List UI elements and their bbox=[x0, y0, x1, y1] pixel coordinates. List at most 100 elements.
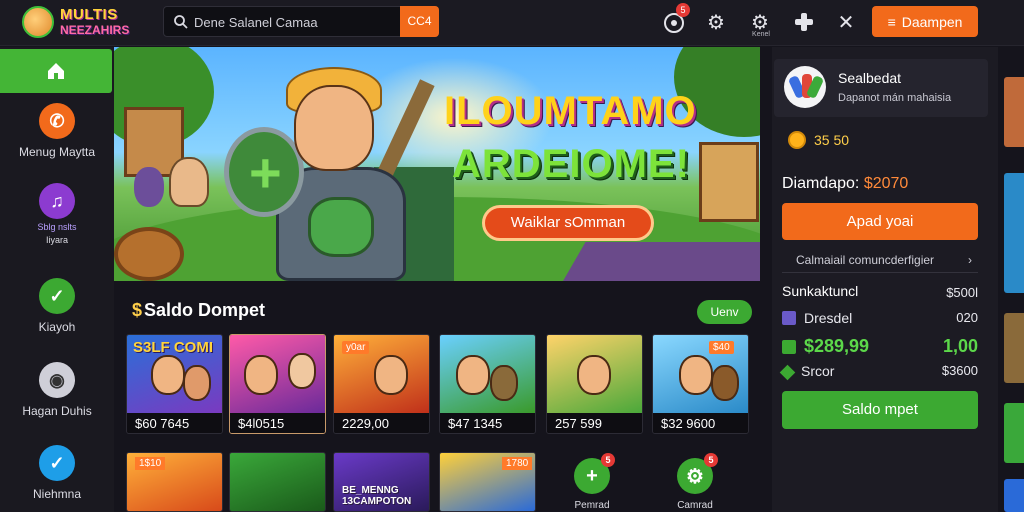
sidebar-item-niehmna[interactable]: ✓ Niehmna bbox=[0, 445, 114, 501]
top-bar: MULTIS NEEZAHIRS CC4 5 ⚙ ⚙ Kenel bbox=[0, 0, 1024, 46]
notifications-button[interactable]: 5 bbox=[661, 3, 690, 35]
user-subtitle: Dapanot mán mahaisia bbox=[838, 92, 952, 104]
section-title: $ Saldo Dompet bbox=[132, 300, 265, 321]
face bbox=[294, 85, 374, 171]
pemrad-button[interactable]: +5 Pemrad bbox=[557, 453, 627, 511]
wallet-panel: Sealbedat Dapanot mán mahaisia 35 50 Dia… bbox=[772, 47, 998, 512]
deposit-amount: $2070 bbox=[863, 175, 909, 192]
character bbox=[577, 355, 611, 395]
config-sub-label: Kenel bbox=[752, 31, 770, 38]
thumbnail[interactable] bbox=[1004, 403, 1024, 463]
log bbox=[114, 227, 184, 281]
sidebar-item-label: Hagan Duhis bbox=[22, 404, 92, 418]
logo[interactable]: MULTIS NEEZAHIRS bbox=[22, 4, 142, 42]
summary-title: Sunkaktuncl bbox=[782, 283, 859, 299]
game-tag: $40 bbox=[709, 341, 734, 354]
summary-header: Sunkaktuncl $500l bbox=[782, 283, 978, 300]
sidebar-item-label: Sblg nslts bbox=[37, 222, 77, 232]
plus-icon: +5 bbox=[574, 453, 615, 494]
settings-button[interactable]: ⚙ bbox=[703, 9, 729, 35]
disc-icon: ◉ bbox=[39, 362, 75, 398]
game-card-small[interactable]: 1780 bbox=[439, 452, 536, 512]
badge: 5 bbox=[601, 453, 615, 467]
hero-title-line2: ARDEIOME! bbox=[452, 142, 690, 186]
sidebar-item-kiayoh[interactable]: ✓ Kiayoh bbox=[0, 278, 114, 334]
character bbox=[244, 355, 278, 395]
row-label: Dresdel bbox=[804, 310, 853, 326]
badge: 5 bbox=[704, 453, 718, 467]
gem-icon bbox=[779, 364, 796, 381]
row-label: $289,99 bbox=[804, 336, 870, 356]
coin-balance: 35 50 bbox=[788, 131, 849, 149]
search-button[interactable]: CC4 bbox=[400, 6, 439, 37]
game-card[interactable]: $4l0515 bbox=[229, 334, 326, 434]
search-input[interactable] bbox=[194, 11, 394, 33]
game-art: y0ar bbox=[334, 335, 429, 413]
character bbox=[456, 355, 490, 395]
thumbnail[interactable] bbox=[1004, 77, 1024, 147]
sidebar-item-label: Niehmna bbox=[32, 487, 82, 501]
chest-plate bbox=[308, 197, 374, 257]
config-button[interactable]: ⚙ Kenel bbox=[747, 9, 773, 39]
game-card-small[interactable]: 1$10 bbox=[126, 452, 223, 512]
sidebar-item-music[interactable]: ♫ Sblg nslts Iiyara bbox=[0, 183, 114, 245]
sidebar-item-home[interactable] bbox=[0, 49, 112, 93]
sidebar-item-menug[interactable]: ✆ Menug Maytta bbox=[0, 103, 114, 159]
game-card-small[interactable]: BE_MENNG 13CAMPOTON bbox=[333, 452, 430, 512]
game-price: $60 7645 bbox=[127, 413, 222, 433]
game-card-small[interactable] bbox=[229, 452, 326, 512]
deposit-label: Diamdapo: bbox=[782, 175, 860, 192]
deposit-button[interactable]: Apad yoai bbox=[782, 203, 978, 240]
call-icon: ✆ bbox=[39, 103, 75, 139]
user-name: Sealbedat bbox=[838, 70, 902, 86]
hero-banner[interactable]: ILOUMTAMO ARDEIOME! Waiklar sOmman bbox=[114, 47, 760, 281]
road bbox=[562, 242, 760, 281]
character bbox=[374, 355, 408, 395]
game-price: 257 599 bbox=[547, 413, 642, 433]
sidebar: ✆ Menug Maytta ♫ Sblg nslts Iiyara ✓ Kia… bbox=[0, 47, 114, 512]
game-card[interactable]: $40 $32 9600 bbox=[652, 334, 749, 434]
daampen-button[interactable]: ≡ Daampen bbox=[872, 6, 978, 37]
saldo-button[interactable]: Saldo mpet bbox=[782, 391, 978, 429]
game-card[interactable]: y0ar 2229,00 bbox=[333, 334, 430, 434]
character bbox=[151, 355, 185, 395]
shield bbox=[224, 127, 304, 217]
check-icon: ✓ bbox=[39, 278, 75, 314]
thumbnail[interactable] bbox=[1004, 173, 1024, 293]
gamepad-button[interactable] bbox=[791, 9, 817, 35]
summary-row[interactable]: Dresdel 020 bbox=[782, 310, 978, 326]
summary-row[interactable]: Srcor $3600 bbox=[779, 363, 978, 381]
close-button[interactable]: ✕ bbox=[833, 9, 859, 35]
summary-value: $500l bbox=[946, 285, 978, 300]
camrad-button[interactable]: ⚙ 5 Camrad bbox=[660, 453, 730, 511]
menu-link[interactable]: Calmaiail comuncderfigier › bbox=[782, 247, 978, 273]
character bbox=[288, 353, 316, 389]
sidebar-item-sublabel: Iiyara bbox=[45, 235, 68, 245]
coin-amount: 35 50 bbox=[814, 132, 850, 148]
game-card[interactable]: 257 599 bbox=[546, 334, 643, 434]
summary-row[interactable]: $289,99 1,00 bbox=[782, 336, 978, 357]
game-price: $4l0515 bbox=[230, 413, 325, 433]
home-icon bbox=[48, 63, 64, 79]
creature-left bbox=[134, 167, 164, 207]
game-card[interactable]: S3LF COMI $60 7645 bbox=[126, 334, 223, 434]
thumbnail[interactable] bbox=[1004, 479, 1024, 512]
logo-text-line1: MULTIS bbox=[60, 6, 118, 23]
game-art bbox=[440, 335, 535, 413]
character bbox=[679, 355, 713, 395]
game-tag: 1$10 bbox=[135, 457, 166, 470]
view-all-button[interactable]: Uenv bbox=[697, 300, 752, 324]
sidebar-item-hagan[interactable]: ◉ Hagan Duhis bbox=[0, 362, 114, 418]
notification-badge: 5 bbox=[676, 3, 690, 17]
mini-label: Pemrad bbox=[574, 500, 610, 511]
music-icon: ♫ bbox=[39, 183, 75, 219]
game-price: 2229,00 bbox=[334, 413, 429, 433]
deposit-line: Diamdapo: $2070 bbox=[782, 175, 908, 193]
thumbnail[interactable] bbox=[1004, 313, 1024, 383]
row-value: 1,00 bbox=[942, 336, 978, 356]
money-icon bbox=[782, 340, 796, 354]
chevron-right-icon: › bbox=[968, 253, 972, 267]
hero-cta-button[interactable]: Waiklar sOmman bbox=[482, 205, 654, 241]
game-card[interactable]: $47 1345 bbox=[439, 334, 536, 434]
user-card[interactable]: Sealbedat Dapanot mán mahaisia bbox=[774, 59, 988, 117]
